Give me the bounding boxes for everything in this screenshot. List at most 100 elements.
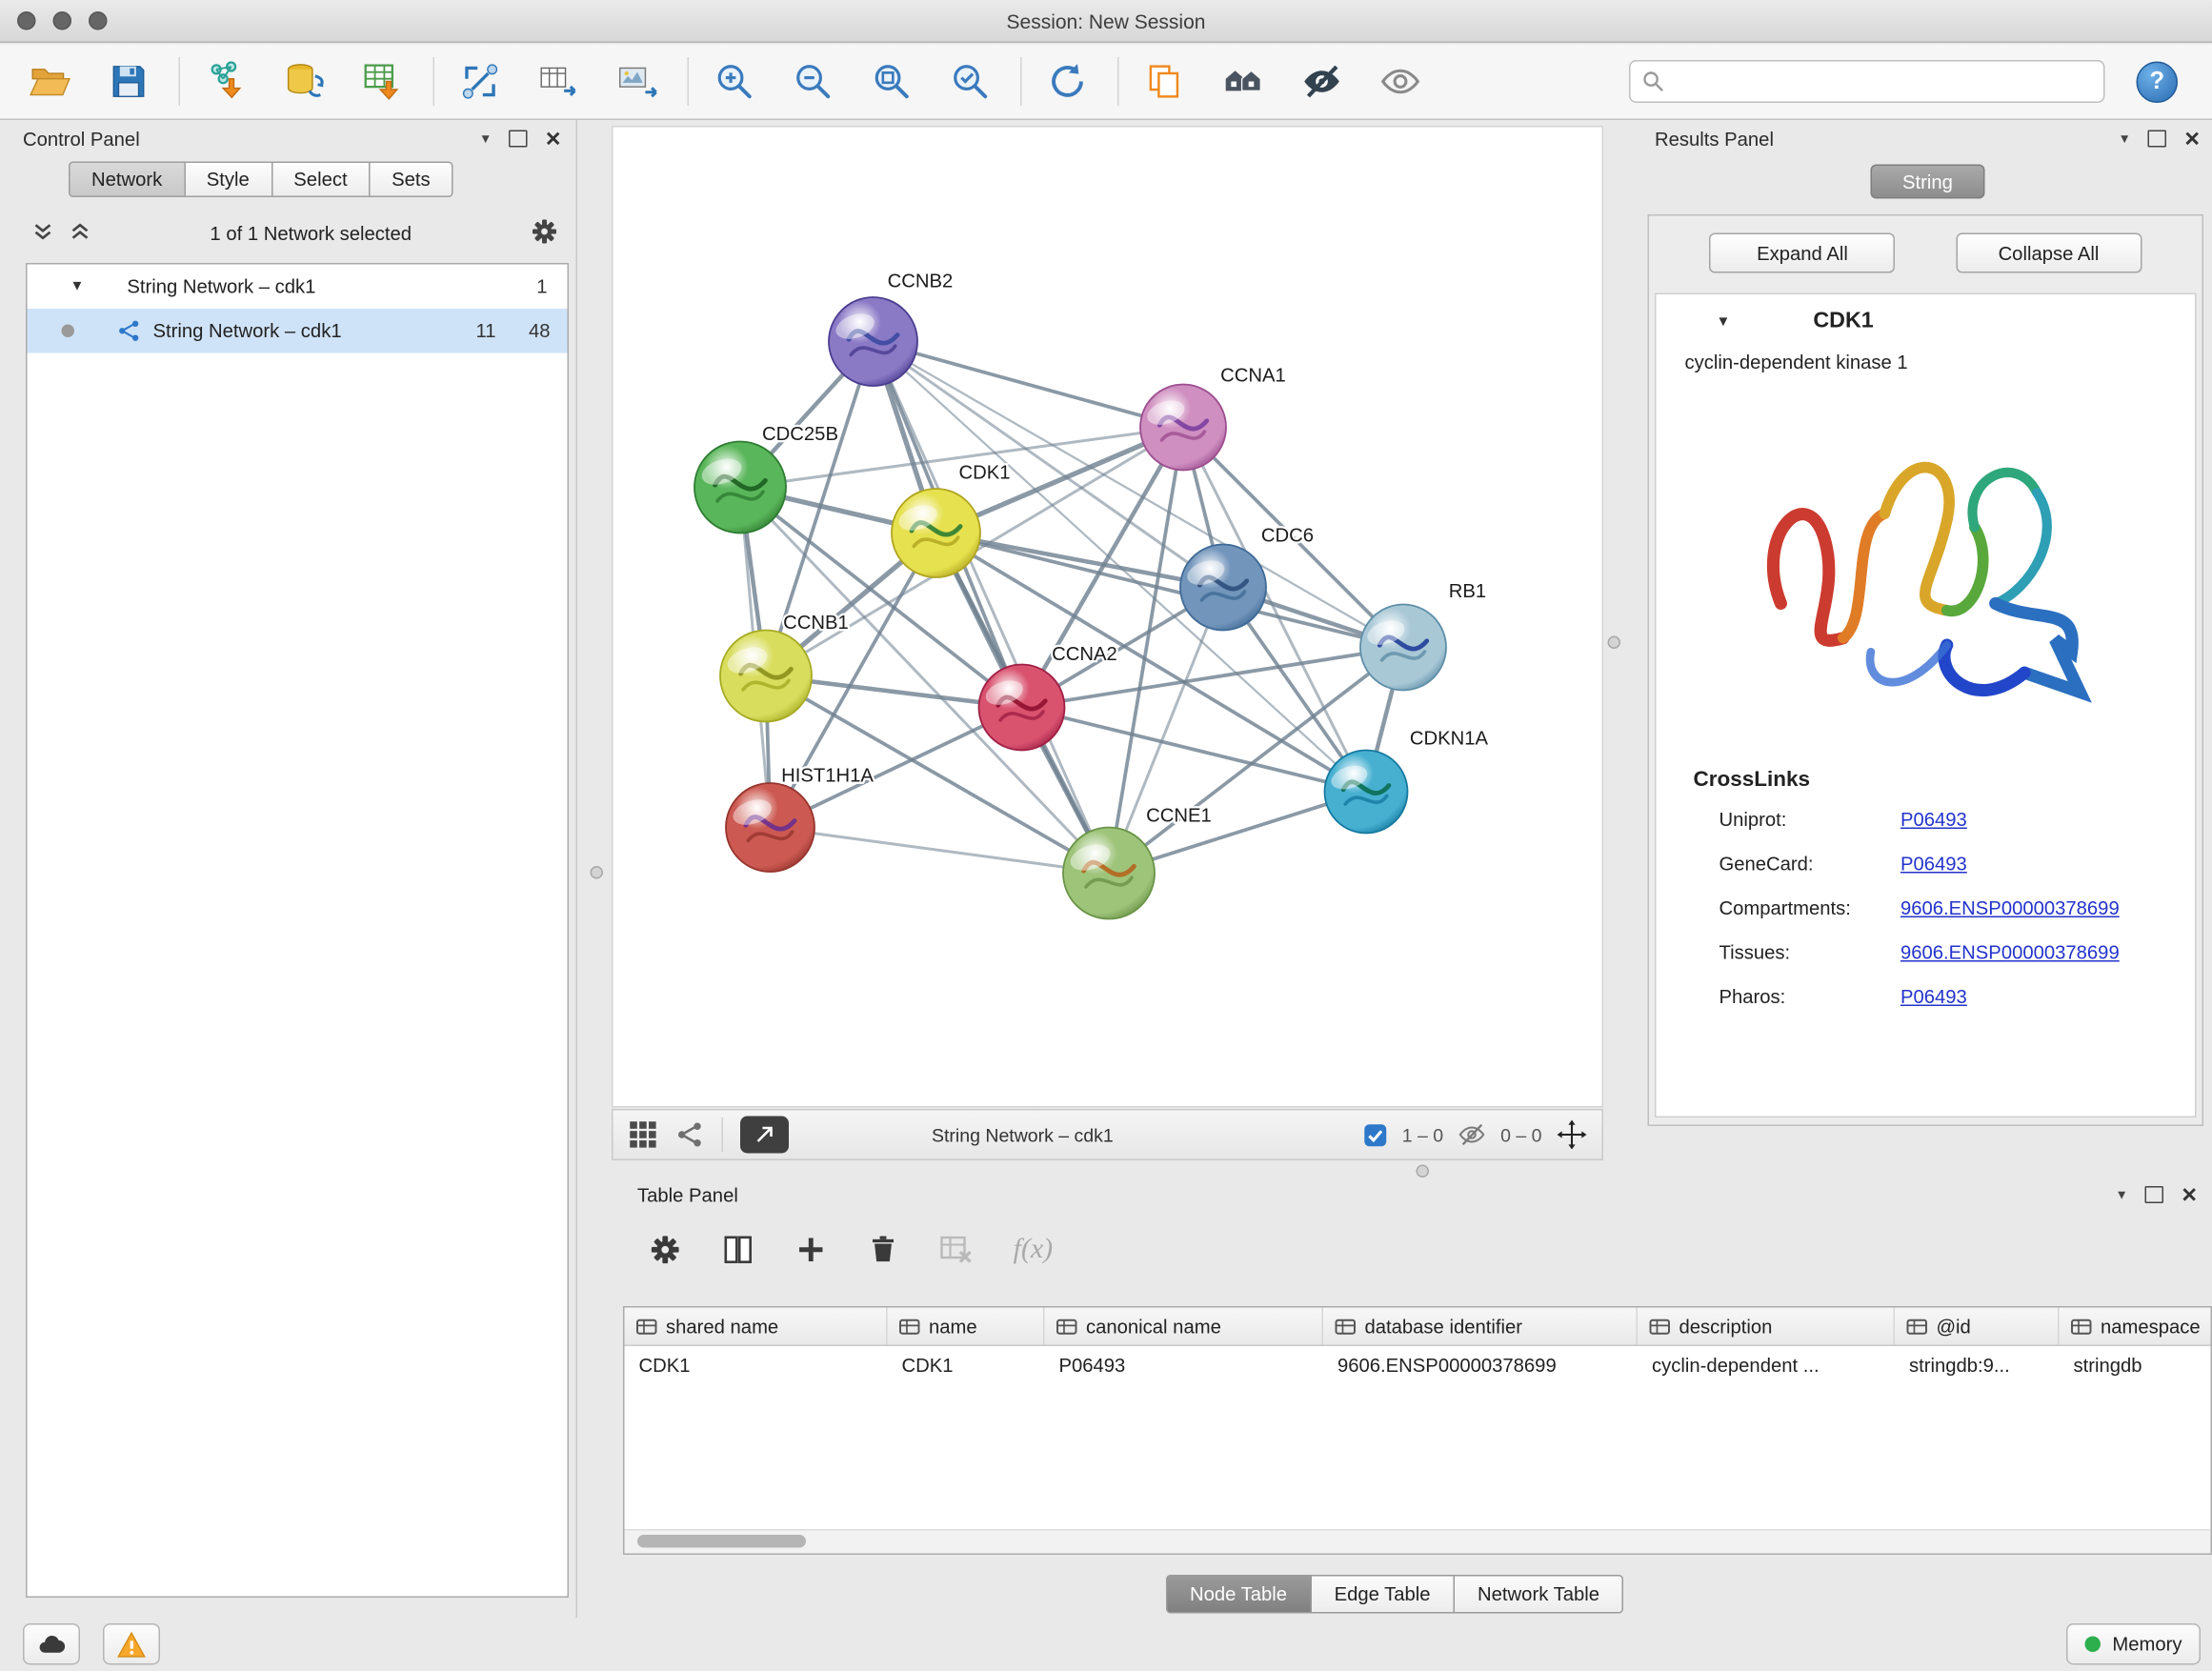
import-table-file-button[interactable] [353,51,413,111]
minimize-window-button[interactable] [53,11,72,30]
panel-float-icon[interactable] [2145,1186,2164,1203]
close-window-button[interactable] [17,11,36,30]
cell-namespace[interactable]: stringdb [2060,1354,2212,1376]
create-column-button[interactable] [794,1233,828,1266]
search-input[interactable] [1674,70,2093,94]
panel-close-icon[interactable]: ✕ [545,129,562,149]
warnings-button[interactable] [103,1624,160,1666]
network-node-ccna1[interactable] [1140,385,1226,471]
network-edge[interactable] [874,342,1110,874]
string-network-icon[interactable] [676,1120,705,1149]
cell-id[interactable]: stringdb:9... [1895,1354,2060,1376]
table-settings-gear-button[interactable] [649,1233,682,1266]
network-options-gear-button[interactable] [531,216,559,250]
show-columns-button[interactable] [722,1233,755,1266]
collapse-all-button[interactable]: Collapse All [1956,233,2142,273]
network-node-rb1[interactable] [1360,605,1446,691]
pan-crosshair-icon[interactable] [1557,1119,1588,1151]
column-header[interactable]: shared name [625,1308,888,1345]
open-session-button[interactable] [20,51,80,111]
column-header[interactable]: description [1638,1308,1895,1345]
network-graph[interactable]: CCNB2CCNA1CDC25BCDK1CDC6RB1CCNB1CCNA2CDK… [613,128,1602,1107]
export-image-button[interactable] [608,51,668,111]
refresh-button[interactable] [1037,51,1097,111]
scrollbar-thumb[interactable] [637,1535,806,1548]
disclosure-triangle-icon[interactable]: ▼ [70,279,85,295]
first-neighbors-button[interactable] [451,51,511,111]
cell-canonical-name[interactable]: P06493 [1045,1354,1324,1376]
help-button[interactable]: ? [2137,61,2179,103]
image-arrow-icon [616,60,659,103]
expand-all-button[interactable]: Expand All [1709,233,1895,273]
tab-network-table[interactable]: Network Table [1455,1575,1623,1614]
tab-sets[interactable]: Sets [371,162,453,198]
cell-shared-name[interactable]: CDK1 [625,1354,888,1376]
network-node-cdk1[interactable] [892,489,980,577]
network-node-cdc6[interactable] [1180,545,1266,631]
pharos-link[interactable]: P06493 [1900,975,1967,1019]
panel-menu-icon[interactable]: ▼ [2116,1188,2128,1202]
network-overview-button[interactable] [1214,51,1274,111]
panel-close-icon[interactable]: ✕ [2183,129,2201,149]
cloud-status-button[interactable] [23,1624,80,1666]
column-header[interactable]: canonical name [1045,1308,1324,1345]
panel-menu-icon[interactable]: ▼ [2119,131,2131,146]
column-header[interactable]: @id [1895,1308,2060,1345]
main-toolbar: ? [0,45,2212,121]
panel-float-icon[interactable] [509,131,528,148]
network-node-cdkn1a[interactable] [1325,751,1408,834]
zoom-out-button[interactable] [783,51,843,111]
genecard-link[interactable]: P06493 [1900,842,1967,887]
import-network-database-button[interactable] [274,51,334,111]
show-all-button[interactable] [1371,51,1431,111]
network-view[interactable]: CCNB2CCNA1CDC25BCDK1CDC6RB1CCNB1CCNA2CDK… [612,126,1603,1108]
network-collection-row[interactable]: ▼ String Network – cdk1 1 [28,265,568,310]
network-node-ccna2[interactable] [979,665,1065,751]
horizontal-scrollbar[interactable] [625,1529,2211,1554]
cell-description[interactable]: cyclin-dependent ... [1638,1354,1895,1376]
collapse-all-icon[interactable] [31,219,54,247]
panel-float-icon[interactable] [2148,131,2167,148]
save-session-button[interactable] [99,51,159,111]
tab-select[interactable]: Select [272,162,371,198]
tab-string[interactable]: String [1871,165,1985,199]
cell-name[interactable]: CDK1 [888,1354,1045,1376]
zoom-window-button[interactable] [89,11,108,30]
column-header[interactable]: namespace [2060,1308,2212,1345]
tab-node-table[interactable]: Node Table [1165,1575,1311,1614]
zoom-in-button[interactable] [705,51,765,111]
tab-network[interactable]: Network [69,162,185,198]
table-row[interactable]: CDK1 CDK1 P06493 9606.ENSP00000378699 cy… [625,1346,2211,1383]
expand-all-icon[interactable] [69,219,91,247]
memory-button[interactable]: Memory [2066,1624,2201,1666]
network-edge[interactable] [771,828,1110,874]
network-node-cdc25b[interactable] [694,442,786,534]
panel-menu-icon[interactable]: ▼ [479,131,492,146]
right-splitter-handle[interactable] [1608,636,1621,650]
network-node-ccnb2[interactable] [829,297,917,386]
left-splitter-handle[interactable] [591,866,604,879]
tab-edge-table[interactable]: Edge Table [1312,1575,1455,1614]
network-row[interactable]: String Network – cdk1 11 48 [28,309,568,353]
zoom-selected-button[interactable] [940,51,1000,111]
column-header[interactable]: database identifier [1323,1308,1638,1345]
export-table-button[interactable] [529,51,589,111]
disclosure-triangle-icon[interactable]: ▼ [1717,313,1731,330]
tissues-link[interactable]: 9606.ENSP00000378699 [1900,931,2120,976]
column-header[interactable]: name [888,1308,1045,1345]
zoom-fit-button[interactable] [862,51,922,111]
detach-view-button[interactable] [740,1117,789,1154]
compartments-link[interactable]: 9606.ENSP00000378699 [1900,886,2120,931]
network-node-ccne1[interactable] [1063,828,1155,919]
import-network-file-button[interactable] [196,51,256,111]
cell-database-identifier[interactable]: 9606.ENSP00000378699 [1323,1354,1638,1376]
network-node-ccnb1[interactable] [720,631,812,722]
hide-selected-button[interactable] [1292,51,1352,111]
uniprot-link[interactable]: P06493 [1900,797,1967,842]
delete-column-button[interactable] [868,1234,899,1265]
tab-style[interactable]: Style [185,162,272,198]
birds-eye-grid-icon[interactable] [628,1119,659,1151]
panel-close-icon[interactable]: ✕ [2181,1185,2198,1205]
copy-button[interactable] [1135,51,1195,111]
network-node-hist1h1a[interactable] [726,783,814,872]
